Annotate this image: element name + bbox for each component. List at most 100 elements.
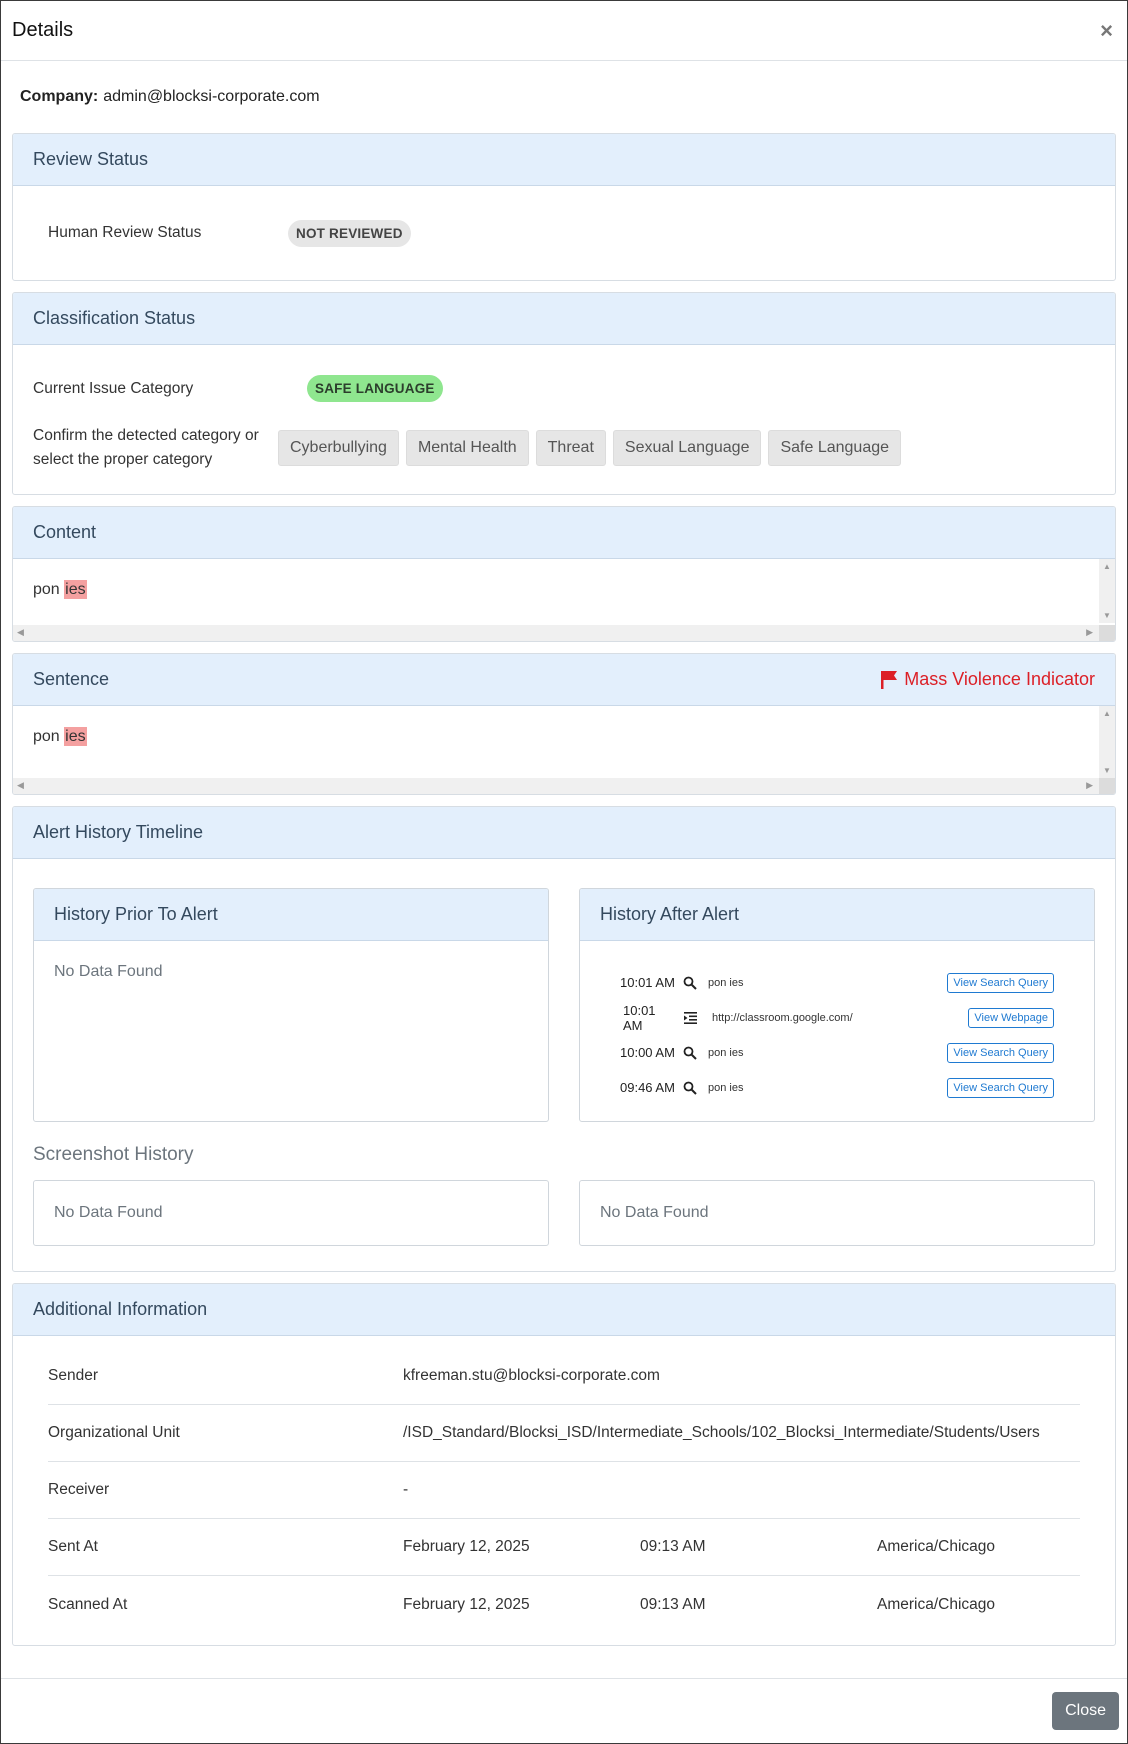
alert-history-body: History Prior To Alert No Data Found His… — [13, 859, 1115, 1271]
additional-info-card: Additional Information Sender kfreeman.s… — [12, 1283, 1116, 1646]
category-button-safe-language[interactable]: Safe Language — [768, 430, 902, 466]
view-search-query-button[interactable]: View Search Query — [947, 1042, 1054, 1063]
scroll-right-icon[interactable]: ▶ — [1086, 627, 1093, 638]
scrollbar-corner — [1099, 778, 1115, 794]
scroll-down-icon[interactable]: ▼ — [1103, 611, 1111, 620]
info-row-scanned-at: Scanned At February 12, 2025 09:13 AM Am… — [48, 1576, 1080, 1633]
view-search-query-button[interactable]: View Search Query — [947, 972, 1054, 993]
modal-body: Company: admin@blocksi-corporate.com Rev… — [1, 61, 1127, 1646]
scroll-left-icon[interactable]: ◀ — [17, 780, 24, 791]
content-text: pon ies — [33, 580, 87, 599]
content-vertical-scrollbar[interactable]: ▲ ▼ — [1099, 559, 1115, 623]
history-item-text: http://classroom.google.com/ — [712, 1011, 853, 1024]
classification-card: Classification Status Current Issue Cate… — [12, 292, 1116, 495]
org-unit-label: Organizational Unit — [48, 1424, 180, 1441]
classification-header: Classification Status — [13, 293, 1115, 345]
sentence-title: Sentence — [33, 669, 110, 689]
history-item-text: pon ies — [708, 1046, 744, 1059]
details-modal: Details × Company: admin@blocksi-corpora… — [0, 0, 1128, 1744]
info-row-org-unit: Organizational Unit /ISD_Standard/Blocks… — [48, 1405, 1080, 1462]
classification-body: Current Issue Category SAFE LANGUAGE Con… — [13, 345, 1115, 494]
flag-icon — [881, 670, 898, 689]
screenshot-history-columns: No Data Found No Data Found — [33, 1180, 1095, 1246]
history-item: 10:01 AM http://classroom.google.com/ Vi… — [620, 1000, 1054, 1035]
category-button-cyberbullying[interactable]: Cyberbullying — [278, 430, 399, 466]
screenshot-left-empty: No Data Found — [54, 1204, 163, 1221]
scroll-up-icon[interactable]: ▲ — [1103, 709, 1111, 718]
content-card: Content pon ies ▲ ▼ ◀ ▶ — [12, 506, 1116, 642]
sent-at-time: 09:13 AM — [640, 1538, 706, 1555]
review-status-title: Review Status — [33, 149, 149, 169]
scrollbar-corner — [1099, 625, 1115, 641]
sent-at-label: Sent At — [48, 1538, 98, 1555]
scroll-right-icon[interactable]: ▶ — [1086, 780, 1093, 791]
scanned-at-date: February 12, 2025 — [403, 1595, 530, 1613]
category-button-mental-health[interactable]: Mental Health — [405, 430, 529, 466]
mass-violence-indicator: Mass Violence Indicator — [880, 669, 1095, 690]
history-item-time: 10:00 AM — [620, 1045, 675, 1060]
history-item-text: pon ies — [708, 1081, 744, 1094]
history-after-card: History After Alert 10:01 AM pon ies Vie… — [579, 888, 1095, 1122]
screenshot-history-right: No Data Found — [579, 1180, 1095, 1246]
history-after-title: History After Alert — [600, 904, 740, 924]
history-prior-empty: No Data Found — [54, 963, 163, 980]
review-status-card: Review Status Human Review Status NOT RE… — [12, 133, 1116, 281]
sent-at-date: February 12, 2025 — [403, 1538, 530, 1555]
classification-title: Classification Status — [33, 308, 196, 328]
alert-history-card: Alert History Timeline History Prior To … — [12, 806, 1116, 1272]
org-unit-value: /ISD_Standard/Blocksi_ISD/Intermediate_S… — [403, 1424, 1040, 1441]
screenshot-right-empty: No Data Found — [600, 1204, 709, 1221]
modal-title: Details — [12, 19, 74, 41]
content-horizontal-scrollbar[interactable]: ◀ ▶ — [13, 625, 1115, 641]
sentence-scroll-area[interactable]: pon ies ▲ ▼ ◀ ▶ — [13, 706, 1115, 794]
content-text-highlight: ies — [64, 580, 87, 599]
view-webpage-button[interactable]: View Webpage — [968, 1007, 1054, 1028]
sentence-header: Sentence Mass Violence Indicator — [13, 654, 1115, 706]
scroll-up-icon[interactable]: ▲ — [1103, 562, 1111, 571]
current-category-label: Current Issue Category — [33, 379, 194, 397]
scanned-at-label: Scanned At — [48, 1595, 128, 1613]
scanned-at-timezone: America/Chicago — [877, 1595, 996, 1613]
sentence-text-plain: pon — [33, 728, 60, 745]
history-after-list: 10:01 AM pon ies View Search Query 10:01… — [580, 941, 1094, 1105]
review-status-body: Human Review Status NOT REVIEWED — [13, 186, 1115, 280]
history-prior-header: History Prior To Alert — [34, 889, 548, 941]
current-category-badge: SAFE LANGUAGE — [307, 375, 443, 402]
sentence-horizontal-scrollbar[interactable]: ◀ ▶ — [13, 778, 1115, 794]
history-item: 10:00 AM pon ies View Search Query — [620, 1035, 1054, 1070]
content-title: Content — [33, 522, 97, 542]
mass-violence-indicator-label: Mass Violence Indicator — [904, 669, 1095, 689]
history-columns: History Prior To Alert No Data Found His… — [33, 888, 1095, 1122]
info-row-sent-at: Sent At February 12, 2025 09:13 AM Ameri… — [48, 1519, 1080, 1576]
company-value: admin@blocksi-corporate.com — [103, 88, 320, 105]
close-icon[interactable]: × — [1100, 18, 1117, 44]
additional-info-title: Additional Information — [33, 1299, 208, 1319]
close-button[interactable]: Close — [1052, 1692, 1119, 1730]
review-status-badge: NOT REVIEWED — [288, 219, 411, 247]
view-search-query-button[interactable]: View Search Query — [947, 1077, 1054, 1098]
category-button-sexual-language[interactable]: Sexual Language — [612, 430, 762, 466]
sender-value: kfreeman.stu@blocksi-corporate.com — [403, 1367, 660, 1384]
history-item: 09:46 AM pon ies View Search Query — [620, 1070, 1054, 1105]
confirm-category-row: Confirm the detected category or select … — [33, 424, 1095, 472]
sent-at-timezone: America/Chicago — [877, 1538, 996, 1555]
history-after-header: History After Alert — [580, 889, 1094, 941]
sentence-vertical-scrollbar[interactable]: ▲ ▼ — [1099, 706, 1115, 778]
human-review-label: Human Review Status — [48, 224, 202, 241]
category-button-threat[interactable]: Threat — [535, 430, 606, 466]
history-prior-title: History Prior To Alert — [54, 904, 218, 924]
screenshot-history-left: No Data Found — [33, 1180, 549, 1246]
scroll-left-icon[interactable]: ◀ — [17, 627, 24, 638]
company-label: Company: — [20, 88, 99, 105]
history-item-time: 09:46 AM — [620, 1080, 675, 1095]
receiver-label: Receiver — [48, 1481, 110, 1498]
scroll-down-icon[interactable]: ▼ — [1103, 766, 1111, 775]
review-status-header: Review Status — [13, 134, 1115, 186]
content-scroll-area[interactable]: pon ies ▲ ▼ ◀ ▶ — [13, 559, 1115, 641]
current-category-row: Current Issue Category SAFE LANGUAGE — [33, 375, 1095, 402]
sentence-text-highlight: ies — [64, 727, 87, 746]
receiver-value: - — [403, 1481, 409, 1498]
alert-history-header: Alert History Timeline — [13, 807, 1115, 859]
history-item-text: pon ies — [708, 976, 744, 989]
sentence-card: Sentence Mass Violence Indicator pon ies… — [12, 653, 1116, 795]
